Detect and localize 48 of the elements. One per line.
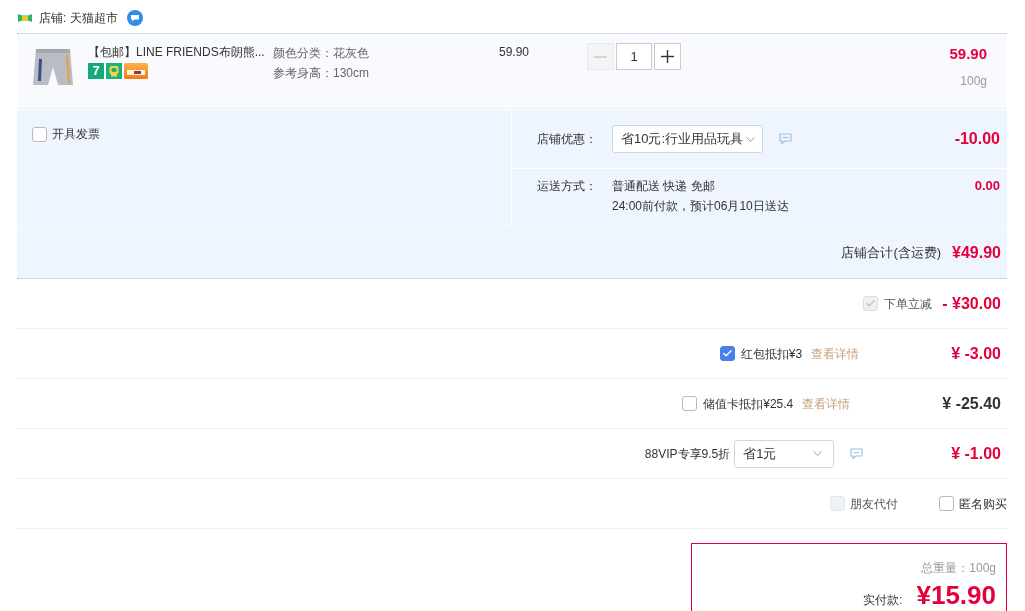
subtotal-price: 59.90 xyxy=(949,44,987,64)
deduction-label: 储值卡抵扣¥25.4 xyxy=(703,395,794,413)
vip-discount-select[interactable]: 省1元 xyxy=(734,439,835,468)
shop-discount-label: 店铺优惠： xyxy=(537,131,598,148)
minus-icon xyxy=(594,55,607,58)
shipping-label: 运送方式： xyxy=(537,178,598,195)
invoice-checkbox[interactable] xyxy=(32,126,47,142)
amount: ¥ -25.40 xyxy=(942,393,1001,414)
pay-amount: ¥15.90 xyxy=(916,580,996,610)
amount: ¥49.90 xyxy=(952,242,1001,263)
option-label: 匿名购买 xyxy=(959,495,1007,513)
pay-label: 实付款: xyxy=(863,592,903,609)
quantity-field[interactable]: 1 xyxy=(616,43,652,70)
unit-price: 59.90 xyxy=(499,44,531,60)
product-title[interactable]: 【包邮】LINE FRIENDS布朗熊... xyxy=(88,44,273,60)
vip-discount-label: 88VIP专享9.5折 xyxy=(644,445,731,463)
amount: -10.00 xyxy=(954,129,1000,149)
invoice-label: 开具发票 xyxy=(52,126,100,143)
deduction-label: 红包抵扣¥3 xyxy=(740,345,803,363)
sku-text: 参考身高：130cm xyxy=(273,65,371,82)
coupon-select[interactable]: 省10元:行业用品玩具 xyxy=(612,125,763,153)
deduction-checkbox[interactable] xyxy=(682,396,698,411)
comment-icon[interactable] xyxy=(850,447,864,460)
option-label: 朋友代付 xyxy=(850,495,898,513)
item-weight: 100g xyxy=(960,73,987,90)
increase-button[interactable] xyxy=(654,43,681,70)
sku-text: 颜色分类：花灰色 xyxy=(273,45,370,62)
plus-icon xyxy=(661,50,674,63)
amount: ¥ -3.00 xyxy=(951,343,1001,364)
option-checkbox[interactable] xyxy=(939,496,954,511)
shop-icon xyxy=(18,12,32,24)
service-icon xyxy=(106,63,122,79)
shipping-text: 24:00前付款，预计06月10日送达 xyxy=(612,198,789,215)
chat-icon[interactable] xyxy=(126,10,143,26)
check-icon xyxy=(865,298,877,309)
shop-total-label: 店铺合计(含运费) xyxy=(841,243,942,262)
check-icon xyxy=(721,348,733,359)
total-weight: 总重量：100g xyxy=(921,560,996,577)
amount: ¥ -1.00 xyxy=(951,443,1001,464)
deduction-checkbox[interactable] xyxy=(719,346,735,361)
comment-icon[interactable] xyxy=(779,133,792,145)
shop-name[interactable]: 店铺: 天猫超市 xyxy=(39,9,118,27)
discount-label: 下单立减 xyxy=(884,295,933,313)
shipping-text: 普通配送 快递 免邮 xyxy=(612,178,716,195)
amount: - ¥30.00 xyxy=(942,293,1001,314)
shipping-amount: 0.00 xyxy=(974,177,1000,195)
card-icon xyxy=(124,63,148,79)
service-badge: 7 xyxy=(88,63,104,79)
